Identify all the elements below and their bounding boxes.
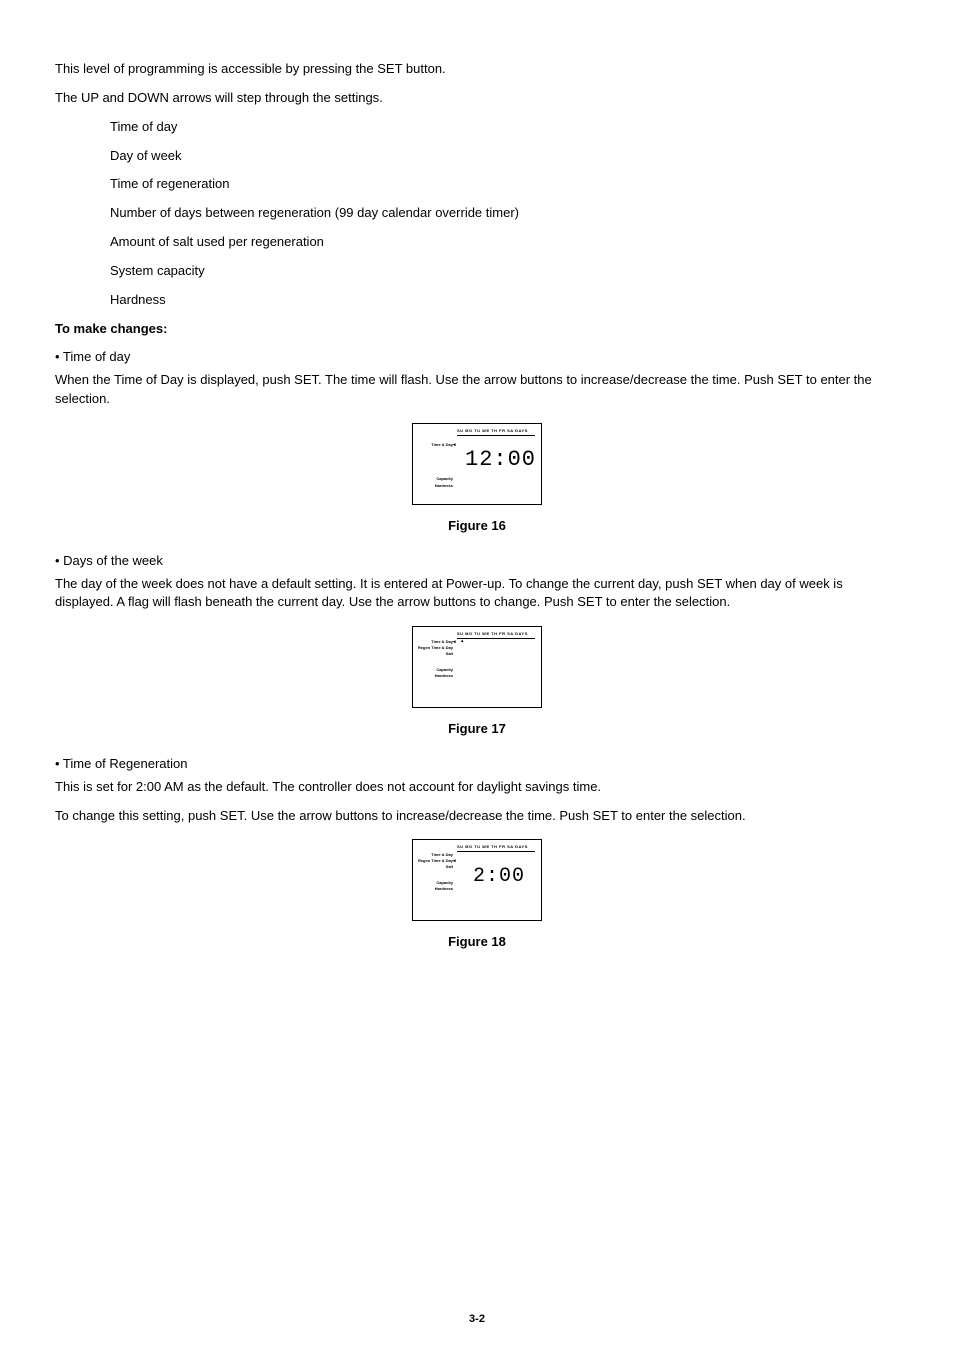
list-item: Time of regeneration bbox=[110, 175, 899, 194]
bullet-days-of-week: • Days of the week bbox=[55, 552, 899, 571]
list-item: Time of day bbox=[110, 118, 899, 137]
lcd-time-value: 2:00 bbox=[473, 862, 525, 891]
bullet-time-of-regen: • Time of Regeneration bbox=[55, 755, 899, 774]
flag-icon: ▴ bbox=[461, 638, 464, 645]
lcd-left-labels: Time & Day Regen Time & Day Salt Capacit… bbox=[417, 639, 453, 679]
figure-18-caption: Figure 18 bbox=[55, 933, 899, 952]
lcd-label: Hardness bbox=[417, 886, 453, 892]
changes-heading: To make changes: bbox=[55, 320, 899, 339]
lcd-days-row: SU MO TU WE TH FR SA DAYS bbox=[457, 631, 535, 639]
lcd-days-row: SU MO TU WE TH FR SA DAYS bbox=[457, 428, 535, 436]
pointer-icon: ◂ bbox=[453, 639, 456, 646]
figure-16-caption: Figure 16 bbox=[55, 517, 899, 536]
lcd-time-value: 12:00 bbox=[465, 444, 536, 476]
time-of-regen-text-1: This is set for 2:00 AM as the default. … bbox=[55, 778, 899, 797]
list-item: Hardness bbox=[110, 291, 899, 310]
lcd-left-labels: Time & Day Capacity Hardness bbox=[417, 442, 453, 489]
figure-16: SU MO TU WE TH FR SA DAYS Time & Day Cap… bbox=[55, 423, 899, 511]
lcd-days-row: SU MO TU WE TH FR SA DAYS bbox=[457, 844, 535, 852]
time-of-regen-text-2: To change this setting, push SET. Use th… bbox=[55, 807, 899, 826]
list-item: Number of days between regeneration (99 … bbox=[110, 204, 899, 223]
days-of-week-text: The day of the week does not have a defa… bbox=[55, 575, 899, 613]
lcd-label: Hardness bbox=[417, 673, 453, 679]
figure-17: SU MO TU WE TH FR SA DAYS Time & Day Reg… bbox=[55, 626, 899, 714]
lcd-label: Hardness bbox=[417, 483, 453, 489]
list-item: Day of week bbox=[110, 147, 899, 166]
figure-17-caption: Figure 17 bbox=[55, 720, 899, 739]
lcd-display-18: SU MO TU WE TH FR SA DAYS Time & Day Reg… bbox=[412, 839, 542, 921]
pointer-icon: ◂ bbox=[453, 858, 456, 865]
bullet-time-of-day: • Time of day bbox=[55, 348, 899, 367]
lcd-left-labels: Time & Day Regen Time & Day Salt Capacit… bbox=[417, 852, 453, 892]
intro-line-2: The UP and DOWN arrows will step through… bbox=[55, 89, 899, 108]
page-number: 3-2 bbox=[55, 1312, 899, 1328]
time-of-day-text: When the Time of Day is displayed, push … bbox=[55, 371, 899, 409]
settings-list: Time of day Day of week Time of regenera… bbox=[110, 118, 899, 310]
figure-18: SU MO TU WE TH FR SA DAYS Time & Day Reg… bbox=[55, 839, 899, 927]
lcd-display-17: SU MO TU WE TH FR SA DAYS Time & Day Reg… bbox=[412, 626, 542, 708]
pointer-icon: ◂ bbox=[453, 442, 456, 449]
list-item: System capacity bbox=[110, 262, 899, 281]
list-item: Amount of salt used per regeneration bbox=[110, 233, 899, 252]
lcd-display-16: SU MO TU WE TH FR SA DAYS Time & Day Cap… bbox=[412, 423, 542, 505]
intro-line-1: This level of programming is accessible … bbox=[55, 60, 899, 79]
